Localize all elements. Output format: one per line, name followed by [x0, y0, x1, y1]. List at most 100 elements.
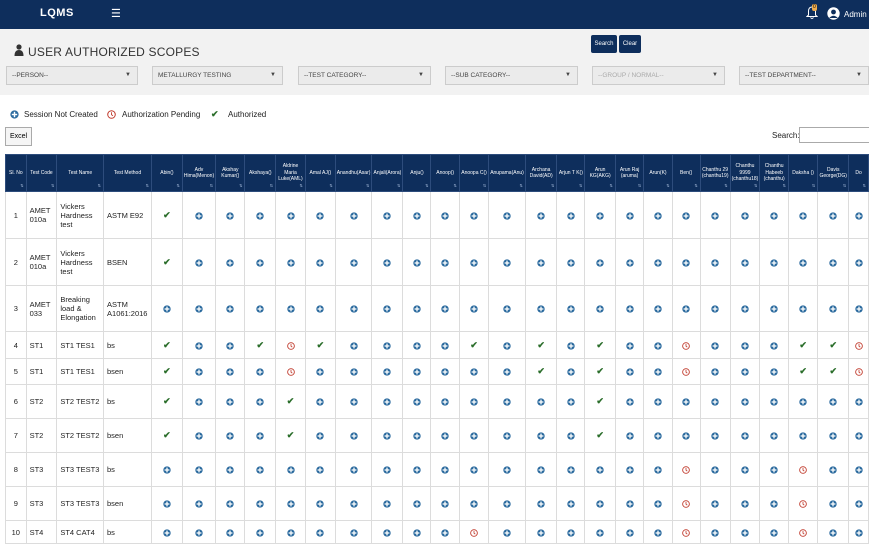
scope-status-cell[interactable]	[458, 238, 490, 286]
scope-status-cell[interactable]	[848, 358, 869, 385]
scope-status-cell[interactable]	[787, 285, 819, 332]
session-not-created-icon[interactable]	[195, 367, 203, 376]
scope-status-cell[interactable]	[402, 486, 432, 521]
scope-status-cell[interactable]	[584, 486, 616, 521]
session-not-created-icon[interactable]	[537, 527, 545, 537]
session-not-created-icon[interactable]	[654, 257, 662, 267]
scope-status-cell[interactable]	[181, 452, 217, 487]
session-not-created-icon[interactable]	[854, 397, 863, 406]
scope-status-cell[interactable]	[787, 384, 819, 419]
session-not-created-icon[interactable]	[195, 465, 203, 474]
session-not-created-icon[interactable]	[711, 210, 719, 220]
scope-status-cell[interactable]	[524, 452, 558, 487]
scope-status-cell[interactable]	[699, 520, 731, 544]
scope-status-cell[interactable]	[215, 486, 246, 521]
scope-status-cell[interactable]	[524, 285, 558, 332]
scope-status-cell[interactable]: ✔	[584, 384, 616, 419]
scope-status-cell[interactable]	[584, 285, 616, 332]
authorized-check-icon[interactable]: ✔	[163, 257, 171, 267]
scope-status-cell[interactable]: ✔	[817, 331, 850, 359]
session-not-created-icon[interactable]	[503, 499, 511, 508]
session-not-created-icon[interactable]	[567, 397, 575, 406]
scope-status-cell[interactable]	[488, 384, 526, 419]
scope-status-cell[interactable]	[244, 418, 277, 453]
session-not-created-icon[interactable]	[596, 499, 604, 508]
session-not-created-icon[interactable]	[256, 257, 264, 267]
scope-status-cell[interactable]	[584, 520, 616, 544]
scope-status-cell[interactable]	[584, 238, 616, 286]
session-not-created-icon[interactable]	[286, 304, 295, 313]
authorization-pending-icon[interactable]	[799, 465, 807, 474]
session-not-created-icon[interactable]	[256, 397, 264, 406]
session-not-created-icon[interactable]	[654, 367, 662, 376]
scope-status-cell[interactable]: ✔	[817, 358, 850, 385]
scope-status-cell[interactable]	[215, 331, 246, 359]
session-not-created-icon[interactable]	[829, 527, 837, 537]
scope-status-cell[interactable]	[556, 238, 586, 286]
session-not-created-icon[interactable]	[441, 210, 449, 220]
scope-status-cell[interactable]	[848, 191, 869, 239]
session-not-created-icon[interactable]	[316, 397, 325, 406]
scope-status-cell[interactable]	[244, 238, 277, 286]
session-not-created-icon[interactable]	[226, 431, 234, 440]
scope-status-cell[interactable]	[181, 358, 217, 385]
session-not-created-icon[interactable]	[316, 465, 325, 474]
session-not-created-icon[interactable]	[654, 527, 662, 537]
sort-icon[interactable]: ⇅	[783, 183, 786, 190]
scope-status-cell[interactable]	[848, 238, 869, 286]
person-column-header[interactable]: Akshay Kumar() ⇅	[215, 154, 246, 192]
session-not-created-icon[interactable]	[383, 340, 392, 350]
sort-icon[interactable]: ⇅	[519, 183, 522, 190]
authorized-check-icon[interactable]: ✔	[257, 340, 265, 350]
session-not-created-icon[interactable]	[413, 304, 421, 313]
scope-status-cell[interactable]	[244, 520, 277, 544]
scope-status-cell[interactable]	[488, 486, 526, 521]
session-not-created-icon[interactable]	[829, 257, 837, 267]
scope-status-cell[interactable]	[848, 418, 869, 453]
session-not-created-icon[interactable]	[316, 367, 325, 376]
person-column-header[interactable]: Anju() ⇅	[402, 154, 432, 192]
session-not-created-icon[interactable]	[470, 397, 478, 406]
scope-status-cell[interactable]	[759, 285, 789, 332]
scope-status-cell[interactable]: ✔	[150, 238, 183, 286]
session-not-created-icon[interactable]	[226, 367, 234, 376]
session-not-created-icon[interactable]	[654, 304, 662, 313]
session-not-created-icon[interactable]	[625, 527, 634, 537]
scope-status-cell[interactable]	[729, 238, 761, 286]
scope-status-cell[interactable]	[334, 358, 373, 385]
scope-status-cell[interactable]	[304, 285, 336, 332]
scope-status-cell[interactable]	[334, 285, 373, 332]
session-not-created-icon[interactable]	[413, 527, 421, 537]
session-not-created-icon[interactable]	[349, 465, 358, 474]
session-not-created-icon[interactable]	[441, 304, 449, 313]
scope-status-cell[interactable]	[334, 452, 373, 487]
session-not-created-icon[interactable]	[441, 257, 449, 267]
session-not-created-icon[interactable]	[413, 210, 421, 220]
session-not-created-icon[interactable]	[470, 465, 478, 474]
scope-status-cell[interactable]	[643, 191, 673, 239]
session-not-created-icon[interactable]	[741, 431, 749, 440]
session-not-created-icon[interactable]	[441, 431, 449, 440]
menu-toggle-icon[interactable]: ☰	[111, 7, 121, 20]
scope-status-cell[interactable]	[181, 191, 217, 239]
scope-status-cell[interactable]	[275, 285, 306, 332]
scope-status-cell[interactable]: ✔	[150, 331, 183, 359]
authorized-check-icon[interactable]: ✔	[829, 366, 837, 376]
scope-status-cell[interactable]	[643, 331, 673, 359]
scope-status-cell[interactable]	[643, 285, 673, 332]
session-not-created-icon[interactable]	[799, 304, 807, 313]
session-not-created-icon[interactable]	[163, 465, 171, 474]
scope-status-cell[interactable]	[556, 520, 586, 544]
session-not-created-icon[interactable]	[470, 210, 478, 220]
scope-status-cell[interactable]: ✔	[458, 331, 490, 359]
session-not-created-icon[interactable]	[349, 340, 358, 350]
scope-status-cell[interactable]: ✔	[150, 384, 183, 419]
authorized-check-icon[interactable]: ✔	[829, 340, 837, 350]
scope-status-cell[interactable]	[787, 520, 819, 544]
scope-status-cell[interactable]	[430, 358, 460, 385]
scope-status-cell[interactable]	[430, 331, 460, 359]
sort-icon[interactable]: ⇅	[638, 183, 641, 190]
sort-icon[interactable]: ⇅	[176, 183, 179, 190]
scope-status-cell[interactable]	[614, 418, 645, 453]
session-not-created-icon[interactable]	[503, 527, 511, 537]
